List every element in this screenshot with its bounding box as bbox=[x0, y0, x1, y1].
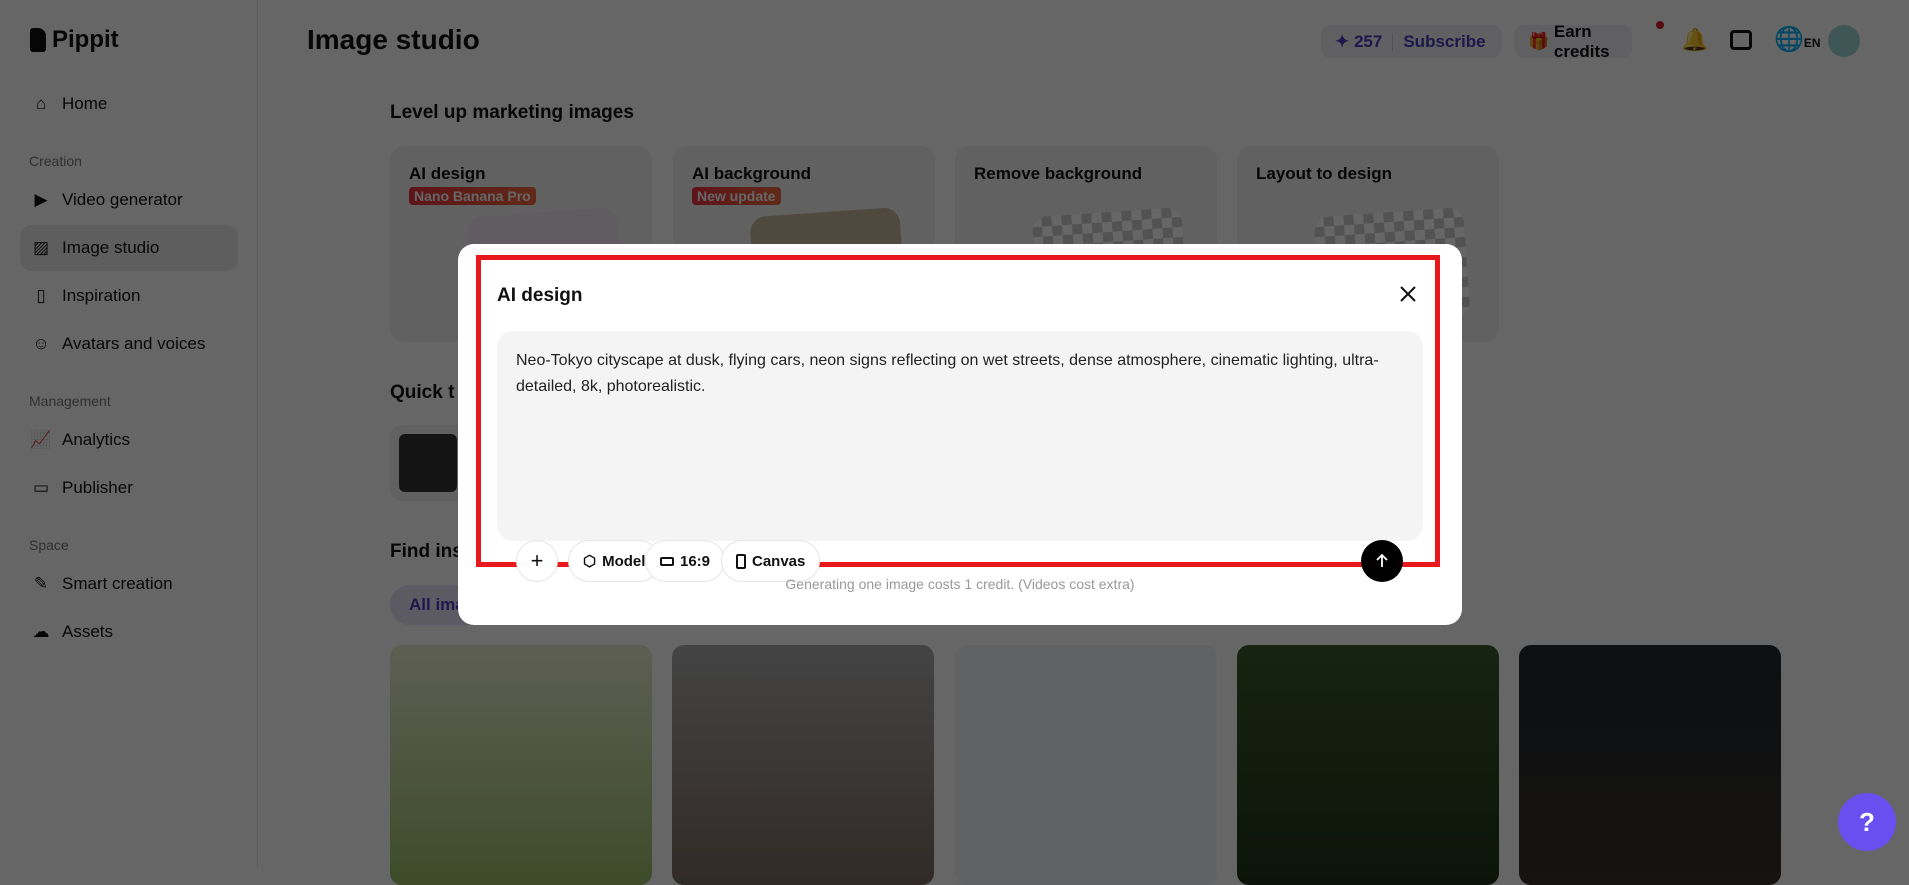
badge: New update bbox=[692, 187, 781, 205]
badge: Nano Banana Pro bbox=[409, 187, 536, 205]
card-title: AI design bbox=[409, 164, 486, 183]
section-space: Space bbox=[29, 537, 69, 553]
card-title: Remove background bbox=[974, 164, 1143, 183]
gallery-image[interactable] bbox=[1237, 645, 1499, 885]
label: Smart creation bbox=[62, 574, 173, 593]
sidebar: Pippit ⌂ Home Creation ▶ Video generator ▨… bbox=[0, 0, 258, 868]
label: Assets bbox=[62, 622, 114, 641]
gallery-image[interactable] bbox=[672, 645, 934, 885]
label: Home bbox=[62, 94, 108, 113]
section-title: Quick t bbox=[390, 382, 455, 403]
logo[interactable]: Pippit bbox=[30, 26, 119, 54]
sidebar-item-home[interactable]: ⌂ Home bbox=[20, 81, 238, 127]
avatar[interactable] bbox=[1828, 25, 1860, 57]
arrow-up-icon bbox=[1376, 553, 1388, 567]
cloud-icon: ☁ bbox=[32, 622, 50, 641]
sidebar-item-assets[interactable]: ☁ Assets bbox=[20, 609, 238, 655]
language: EN bbox=[1803, 36, 1821, 50]
label: Analytics bbox=[62, 430, 131, 449]
bell-icon[interactable]: 🔔 bbox=[1681, 27, 1708, 53]
ratio-icon bbox=[660, 556, 674, 566]
plus-icon: + bbox=[530, 548, 544, 573]
sidebar-item-avatars[interactable]: ☺ Avatars and voices bbox=[20, 321, 238, 367]
label: Canvas bbox=[752, 552, 806, 570]
card-title: AI background bbox=[692, 164, 812, 183]
gallery-image[interactable] bbox=[390, 645, 652, 885]
prompt-text[interactable]: Neo-Tokyo cityscape at dusk, flying cars… bbox=[516, 348, 1396, 400]
notification-dot bbox=[1656, 21, 1664, 29]
page-title: Image studio bbox=[307, 24, 480, 55]
label: Earn credits bbox=[1553, 21, 1610, 61]
section-title: Find ins bbox=[390, 541, 463, 562]
credits-subscribe[interactable]: ✦ 257 Subscribe bbox=[1321, 25, 1502, 58]
video-icon: ▶ bbox=[34, 190, 48, 209]
prompt-input[interactable]: Neo-Tokyo cityscape at dusk, flying cars… bbox=[497, 331, 1423, 582]
image-icon: ▨ bbox=[32, 238, 50, 257]
sidebar-item-analytics[interactable]: 📈 Analytics bbox=[20, 417, 238, 463]
gift-icon: 🎁 bbox=[1528, 31, 1554, 51]
sidebar-item-inspiration[interactable]: ▯ Inspiration bbox=[20, 273, 238, 319]
credit-note: Generating one image costs 1 credit. (Vi… bbox=[785, 576, 1135, 592]
sidebar-item-smart-creation[interactable]: ✎ Smart creation bbox=[20, 561, 238, 607]
sidebar-item-publisher[interactable]: ▭ Publisher bbox=[20, 465, 238, 511]
credit-count: 257 bbox=[1353, 31, 1383, 51]
gallery-image[interactable] bbox=[955, 645, 1217, 885]
label: 16:9 bbox=[680, 552, 711, 570]
stack-icon[interactable] bbox=[1730, 30, 1752, 50]
section-title: Level up marketing images bbox=[390, 102, 634, 123]
sidebar-item-video-generator[interactable]: ▶ Video generator bbox=[20, 177, 238, 223]
thumbnail bbox=[399, 434, 457, 492]
question-icon: ? bbox=[1859, 806, 1875, 837]
analytics-icon: 📈 bbox=[30, 430, 52, 449]
label: Image studio bbox=[62, 238, 160, 257]
label: Publisher bbox=[62, 478, 133, 497]
globe-icon[interactable]: 🌐EN bbox=[1774, 25, 1821, 54]
card-title: Layout to design bbox=[1256, 164, 1392, 183]
label: Inspiration bbox=[62, 286, 141, 305]
label: Video generator bbox=[62, 190, 183, 209]
calendar-icon: ▭ bbox=[32, 478, 50, 497]
help-button[interactable]: ? bbox=[1838, 793, 1896, 851]
dialog-title: AI design bbox=[497, 285, 583, 306]
label: Avatars and voices bbox=[62, 334, 206, 353]
avatar-icon: ☺ bbox=[32, 334, 50, 353]
logo-text: Pippit bbox=[52, 26, 119, 53]
label: Model bbox=[602, 552, 646, 570]
magic-wand-icon: ✎ bbox=[33, 574, 49, 593]
section-management: Management bbox=[29, 393, 111, 409]
cube-icon: ⬡ bbox=[583, 553, 597, 570]
home-icon: ⌂ bbox=[35, 94, 47, 113]
earn-credits-button[interactable]: 🎁 Earn credits bbox=[1514, 22, 1632, 61]
inspiration-icon: ▯ bbox=[36, 286, 46, 305]
pippit-logo-icon bbox=[30, 28, 46, 52]
ai-design-dialog: AI design Neo-Tokyo cityscape at dusk, f… bbox=[458, 244, 1462, 625]
canvas-icon bbox=[736, 553, 746, 569]
sparkle-icon: ✦ bbox=[1335, 31, 1354, 51]
gallery-image[interactable] bbox=[1519, 645, 1781, 885]
close-icon[interactable] bbox=[1396, 282, 1420, 306]
section-creation: Creation bbox=[29, 153, 82, 169]
sidebar-item-image-studio[interactable]: ▨ Image studio bbox=[20, 225, 238, 271]
subscribe-button[interactable]: Subscribe bbox=[1403, 32, 1485, 52]
